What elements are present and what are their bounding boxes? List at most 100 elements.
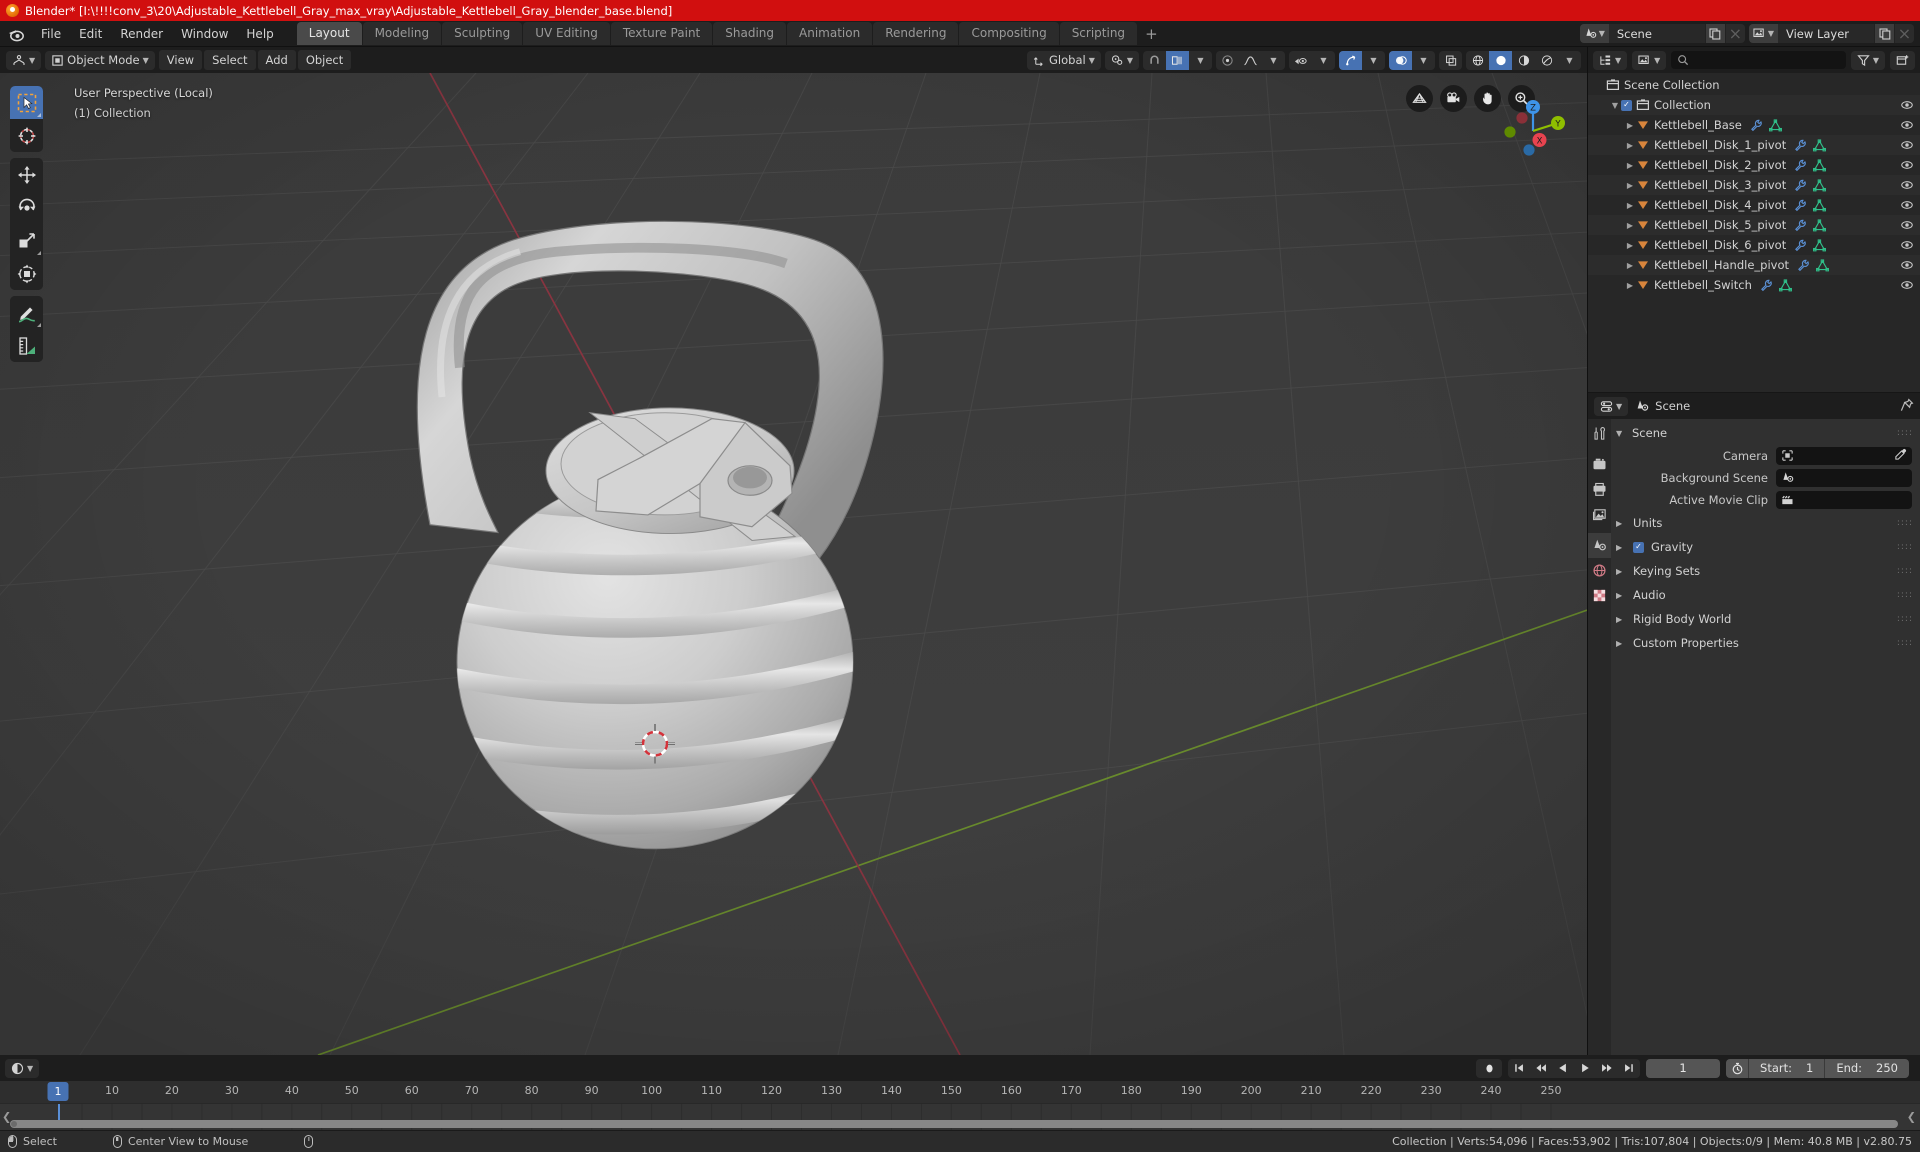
smooth-falloff-icon[interactable]	[1239, 51, 1262, 70]
transport-buttons[interactable]	[1508, 1059, 1640, 1078]
properties-sections[interactable]: ▶Units::::▶✓Gravity::::▶Keying Sets::::▶…	[1611, 511, 1920, 655]
shading-material-icon[interactable]	[1512, 51, 1535, 70]
visibility-eye-icon[interactable]	[1900, 278, 1914, 292]
timeline-scroll-right-icon[interactable]: ❮	[1907, 1111, 1916, 1124]
mesh-data-icon[interactable]	[1816, 259, 1829, 272]
frame-range-fields[interactable]: Start: 1 End: 250	[1726, 1059, 1909, 1078]
workspace-tab-sculpting[interactable]: Sculpting	[442, 22, 522, 45]
property-input-background-scene[interactable]	[1776, 469, 1912, 487]
snapping-controls[interactable]: ▼	[1143, 51, 1212, 70]
editor-type-3dview-icon[interactable]: ▼	[6, 51, 41, 70]
outliner-row[interactable]: ▶Kettlebell_Switch	[1588, 275, 1920, 295]
play-reverse-icon[interactable]	[1552, 1059, 1574, 1078]
menu-render[interactable]: Render	[111, 24, 172, 44]
modifier-wrench-icon[interactable]	[1794, 179, 1807, 192]
property-input-active-movie-clip[interactable]	[1776, 491, 1912, 509]
cursor-3d-tool[interactable]	[10, 119, 43, 152]
gizmo-controls[interactable]: ▼	[1339, 51, 1385, 70]
modifier-wrench-icon[interactable]	[1794, 139, 1807, 152]
camera-view-icon[interactable]	[1440, 85, 1467, 112]
auto-keyframe-record-icon[interactable]	[1476, 1059, 1502, 1078]
scene-tab[interactable]	[1588, 533, 1611, 558]
jump-to-start-icon[interactable]	[1508, 1059, 1530, 1078]
property-input-camera[interactable]	[1776, 447, 1912, 465]
outliner-row[interactable]: ▶Kettlebell_Disk_5_pivot	[1588, 215, 1920, 235]
visibility-eye-icon[interactable]	[1900, 138, 1914, 152]
chevron-right-icon[interactable]: ▶	[1624, 121, 1636, 130]
transform-tool[interactable]	[10, 257, 43, 290]
frame-end-field[interactable]: End: 250	[1824, 1059, 1909, 1078]
view-layer-name[interactable]: View Layer	[1778, 24, 1874, 43]
kettlebell-3d-model[interactable]	[0, 73, 1587, 1055]
editor-type-timeline-icon[interactable]: ▼	[5, 1059, 39, 1078]
menu-help[interactable]: Help	[237, 24, 282, 44]
modifier-wrench-icon[interactable]	[1794, 159, 1807, 172]
workspace-tab-uv-editing[interactable]: UV Editing	[523, 22, 610, 45]
scene-name[interactable]: Scene	[1609, 24, 1705, 43]
overlay-controls[interactable]: ▼	[1389, 51, 1435, 70]
workspace-tab-compositing[interactable]: Compositing	[959, 22, 1058, 45]
measure-ruler-tool[interactable]	[10, 329, 43, 362]
mesh-data-icon[interactable]	[1813, 179, 1826, 192]
modifier-wrench-icon[interactable]	[1794, 199, 1807, 212]
3d-viewport[interactable]: User Perspective (Local) (1) Collection	[0, 73, 1587, 1055]
viewport-menu-select[interactable]: Select	[204, 50, 255, 70]
chevron-down-icon[interactable]: ▼	[1312, 51, 1335, 70]
outliner-row[interactable]: ▶Kettlebell_Disk_4_pivot	[1588, 195, 1920, 215]
chevron-down-icon[interactable]: ▼	[1189, 51, 1212, 70]
current-frame-field[interactable]: 1	[1646, 1059, 1720, 1078]
outliner-row[interactable]: ▶Kettlebell_Handle_pivot	[1588, 255, 1920, 275]
modifier-wrench-icon[interactable]	[1760, 279, 1773, 292]
visibility-eye-icon[interactable]	[1900, 218, 1914, 232]
chevron-down-icon[interactable]: ▼	[1558, 51, 1581, 70]
jump-next-keyframe-icon[interactable]	[1596, 1059, 1618, 1078]
use-preview-range-icon[interactable]	[1726, 1059, 1748, 1078]
property-section-rigid-body-world[interactable]: ▶Rigid Body World::::	[1611, 607, 1920, 631]
mesh-data-icon[interactable]	[1813, 159, 1826, 172]
rotate-tool[interactable]	[10, 191, 43, 224]
scale-tool[interactable]	[10, 224, 43, 257]
eyedropper-icon[interactable]	[1894, 446, 1907, 465]
proportional-edit-controls[interactable]: ▼	[1216, 51, 1285, 70]
play-icon[interactable]	[1574, 1059, 1596, 1078]
unlink-scene-button[interactable]: ×	[1725, 24, 1745, 43]
magnet-icon[interactable]	[1143, 51, 1166, 70]
jump-to-end-icon[interactable]	[1618, 1059, 1640, 1078]
editor-type-properties-icon[interactable]: ▼	[1594, 397, 1628, 416]
property-section-gravity[interactable]: ▶✓Gravity::::	[1611, 535, 1920, 559]
outliner-row[interactable]: ▶Kettlebell_Disk_1_pivot	[1588, 135, 1920, 155]
menu-window[interactable]: Window	[172, 24, 237, 44]
interaction-mode-selector[interactable]: Object Mode ▼	[45, 51, 155, 70]
workspace-tab-layout[interactable]: Layout	[297, 22, 362, 45]
workspace-tab-texture-paint[interactable]: Texture Paint	[611, 22, 712, 45]
visibility-eye-icon[interactable]	[1900, 98, 1914, 112]
timeline-ruler[interactable]: 1020304050607080901001101201301401501601…	[0, 1081, 1920, 1103]
chevron-right-icon[interactable]: ▶	[1624, 261, 1636, 270]
chevron-down-icon[interactable]: ▼	[1262, 51, 1285, 70]
transform-orientation-selector[interactable]: Global ▼	[1027, 51, 1101, 70]
outliner-row[interactable]: ▶Kettlebell_Disk_3_pivot	[1588, 175, 1920, 195]
workspace-tab-shading[interactable]: Shading	[713, 22, 786, 45]
object-types-visibility-icon[interactable]	[1289, 51, 1312, 70]
chevron-down-icon[interactable]: ▼	[1362, 51, 1385, 70]
modifier-wrench-icon[interactable]	[1750, 119, 1763, 132]
section-checkbox[interactable]: ✓	[1633, 542, 1644, 553]
grid-toggle-icon[interactable]	[1406, 85, 1433, 112]
texture-tab[interactable]	[1588, 583, 1611, 608]
viewport-menu-add[interactable]: Add	[258, 50, 296, 70]
outliner-display-mode[interactable]: ▼	[1632, 51, 1666, 70]
mesh-data-icon[interactable]	[1779, 279, 1792, 292]
add-workspace-button[interactable]: +	[1137, 25, 1166, 43]
chevron-right-icon[interactable]: ▶	[1624, 141, 1636, 150]
annotate-pencil-tool[interactable]	[10, 296, 43, 329]
mesh-data-icon[interactable]	[1813, 139, 1826, 152]
outliner-row[interactable]: ▶Kettlebell_Disk_6_pivot	[1588, 235, 1920, 255]
viewport-menu-view[interactable]: View	[159, 50, 202, 70]
collection-checkbox[interactable]: ✓	[1621, 100, 1632, 111]
object-type-visibility-dropdown[interactable]: ▼	[1289, 51, 1335, 70]
modifier-wrench-icon[interactable]	[1794, 219, 1807, 232]
outliner-row[interactable]: ▶Kettlebell_Base	[1588, 115, 1920, 135]
visibility-eye-icon[interactable]	[1900, 238, 1914, 252]
workspace-tab-animation[interactable]: Animation	[787, 22, 872, 45]
visibility-eye-icon[interactable]	[1900, 158, 1914, 172]
